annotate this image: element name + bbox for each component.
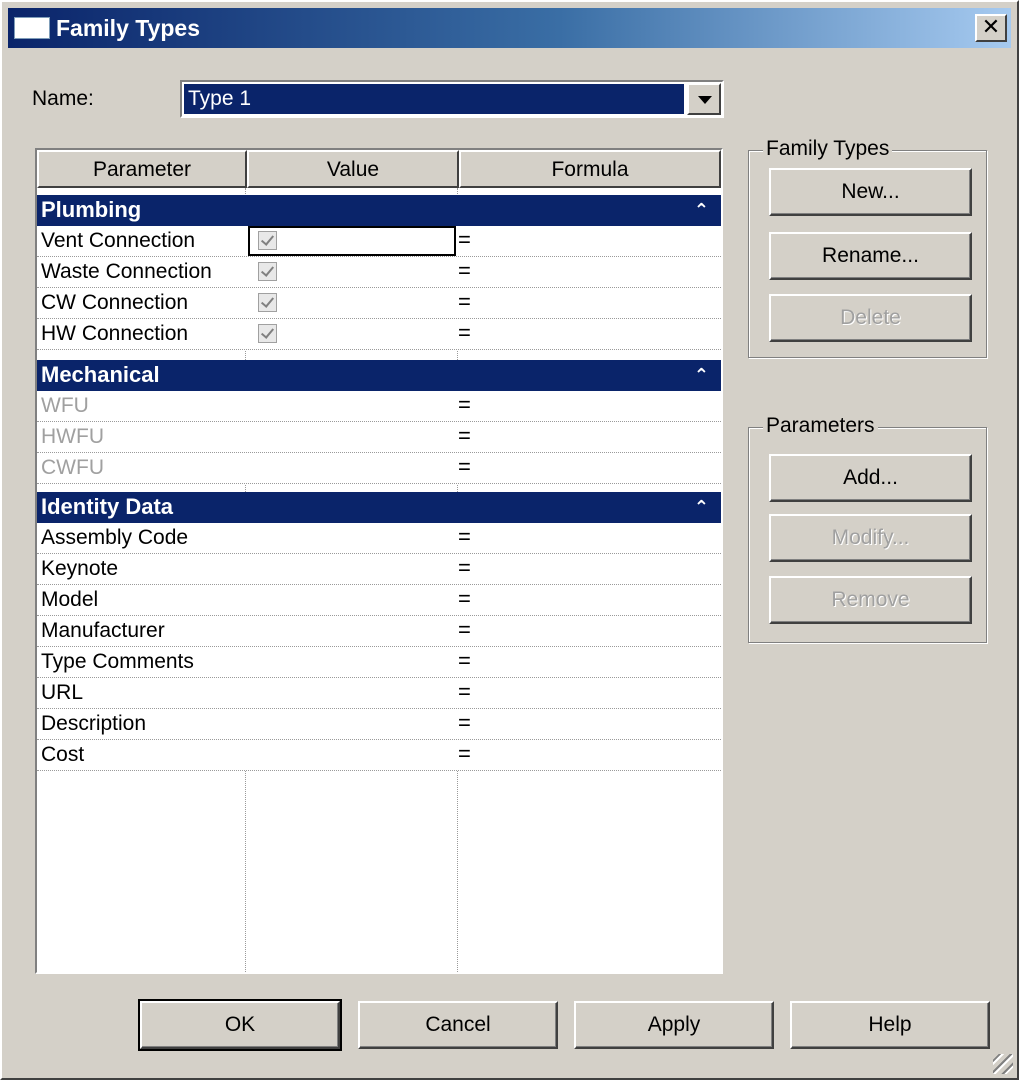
parameter-name: Type Comments [41, 650, 194, 673]
checkbox[interactable] [258, 324, 277, 343]
formula-cell[interactable]: = [458, 647, 471, 675]
focused-cell[interactable] [248, 226, 456, 256]
parameter-name: Vent Connection [41, 229, 196, 252]
parameter-name: Assembly Code [41, 526, 189, 549]
family-types-dialog: Family Types ✕ Name: Type 1 Parameter Va… [0, 0, 1019, 1080]
checkbox[interactable] [258, 231, 277, 250]
collapse-icon[interactable]: ⌃ [694, 492, 709, 522]
type-name-value[interactable]: Type 1 [184, 84, 684, 114]
parameter-name: CW Connection [41, 291, 189, 314]
table-row[interactable]: CW Connection = [37, 288, 721, 319]
apply-button[interactable]: Apply [574, 1001, 774, 1049]
parameter-name: Manufacturer [41, 619, 165, 642]
resize-grip-icon[interactable] [993, 1054, 1013, 1074]
cancel-button[interactable]: Cancel [358, 1001, 558, 1049]
table-row[interactable]: Vent Connection = [37, 226, 721, 257]
column-header-formula[interactable]: Formula [459, 150, 721, 188]
group-header-plumbing[interactable]: Plumbing ⌃ [37, 195, 721, 226]
formula-cell[interactable]: = [458, 678, 471, 706]
new-type-button[interactable]: New... [769, 168, 972, 216]
parameter-name: Description [41, 712, 147, 735]
table-row[interactable]: Model = [37, 585, 721, 616]
table-row[interactable]: Assembly Code = [37, 523, 721, 554]
groupbox-label: Parameters [763, 414, 878, 438]
formula-cell[interactable]: = [458, 585, 471, 613]
group-header-mechanical[interactable]: Mechanical ⌃ [37, 360, 721, 391]
table-row[interactable]: URL = [37, 678, 721, 709]
column-header-value[interactable]: Value [247, 150, 459, 188]
window-title: Family Types [56, 15, 201, 41]
group-title: Mechanical [41, 362, 160, 387]
table-row[interactable]: HWFU = [37, 422, 721, 453]
formula-cell[interactable]: = [458, 422, 471, 450]
help-button[interactable]: Help [790, 1001, 990, 1049]
parameter-grid: Parameter Value Formula Plumbing ⌃ Vent … [35, 148, 723, 974]
formula-cell[interactable]: = [458, 319, 471, 347]
formula-cell[interactable]: = [458, 226, 471, 254]
group-title: Identity Data [41, 494, 174, 519]
groupbox-label: Family Types [763, 137, 893, 161]
modify-parameter-button[interactable]: Modify... [769, 514, 972, 562]
checkbox[interactable] [258, 262, 277, 281]
rename-type-button[interactable]: Rename... [769, 232, 972, 280]
formula-cell[interactable]: = [458, 709, 471, 737]
type-name-dropdown[interactable]: Type 1 [180, 80, 724, 118]
group-title: Plumbing [41, 197, 142, 222]
chevron-down-icon[interactable] [687, 83, 721, 115]
table-row[interactable]: Keynote = [37, 554, 721, 585]
formula-cell[interactable]: = [458, 523, 471, 551]
name-label: Name: [32, 87, 94, 110]
parameter-name: WFU [41, 394, 89, 417]
parameter-name: Waste Connection [41, 260, 212, 283]
formula-cell[interactable]: = [458, 453, 471, 481]
column-header-parameter[interactable]: Parameter [37, 150, 247, 188]
parameter-name: HW Connection [41, 322, 189, 345]
table-row[interactable]: HW Connection = [37, 319, 721, 350]
close-button[interactable]: ✕ [975, 14, 1007, 42]
table-row[interactable]: Manufacturer = [37, 616, 721, 647]
remove-parameter-button[interactable]: Remove [769, 576, 972, 624]
table-row[interactable]: WFU = [37, 391, 721, 422]
parameter-name: Cost [41, 743, 85, 766]
parameter-name: HWFU [41, 425, 104, 448]
table-row[interactable]: CWFU = [37, 453, 721, 484]
formula-cell[interactable]: = [458, 616, 471, 644]
formula-cell[interactable]: = [458, 740, 471, 768]
parameter-name: Model [41, 588, 99, 611]
table-row[interactable]: Type Comments = [37, 647, 721, 678]
group-header-identity-data[interactable]: Identity Data ⌃ [37, 492, 721, 523]
table-row[interactable]: Description = [37, 709, 721, 740]
collapse-icon[interactable]: ⌃ [694, 360, 709, 390]
table-row[interactable]: Cost = [37, 740, 721, 771]
table-row[interactable]: Waste Connection = [37, 257, 721, 288]
formula-cell[interactable]: = [458, 391, 471, 419]
add-parameter-button[interactable]: Add... [769, 454, 972, 502]
collapse-icon[interactable]: ⌃ [694, 195, 709, 225]
formula-cell[interactable]: = [458, 288, 471, 316]
delete-type-button[interactable]: Delete [769, 294, 972, 342]
parameter-name: URL [41, 681, 84, 704]
parameter-name: CWFU [41, 456, 104, 479]
formula-cell[interactable]: = [458, 257, 471, 285]
checkbox[interactable] [258, 293, 277, 312]
title-bar[interactable]: Family Types ✕ [8, 8, 1011, 48]
window-icon [14, 17, 50, 39]
parameter-name: Keynote [41, 557, 119, 580]
ok-button[interactable]: OK [138, 999, 342, 1051]
formula-cell[interactable]: = [458, 554, 471, 582]
